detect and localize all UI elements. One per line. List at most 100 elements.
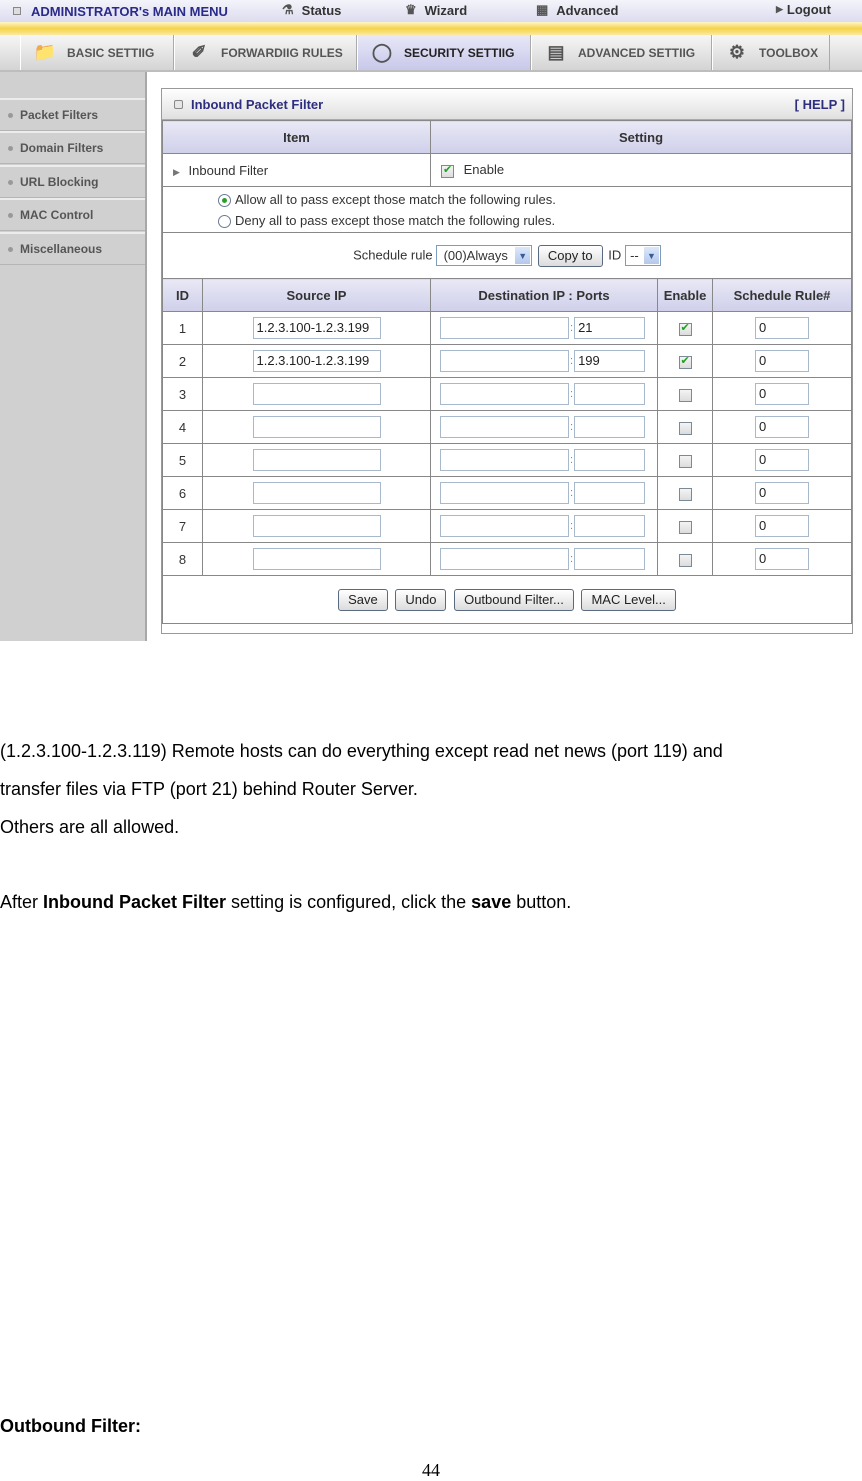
undo-button[interactable]: Undo — [395, 588, 447, 611]
main-menu-title: ADMINISTRATOR's MAIN MENU — [31, 3, 228, 19]
rule-enable-checkbox[interactable] — [678, 354, 692, 369]
source-ip-input[interactable] — [252, 482, 381, 504]
bullet-icon — [8, 246, 13, 252]
destination-ip-input[interactable] — [440, 317, 569, 339]
rule-enable-checkbox[interactable] — [678, 388, 692, 402]
schedule-rule-input[interactable]: 0 — [755, 350, 809, 372]
source-ip-input[interactable]: 1.2.3.100-1.2.3.199 — [252, 350, 381, 372]
source-ip-cell — [202, 476, 431, 510]
rule-enable-checkbox[interactable] — [678, 421, 692, 435]
table-row: 7: 0 — [162, 509, 852, 543]
sidebar-item-packet-filters[interactable]: Packet Filters — [0, 98, 145, 131]
destination-cell: : — [430, 542, 658, 576]
port-input[interactable] — [574, 416, 646, 438]
after-suffix: button. — [511, 892, 572, 912]
destination-ip-input[interactable] — [440, 449, 569, 471]
rule-id: 1 — [162, 311, 203, 345]
advanced-link[interactable]: ▦ Advanced — [536, 2, 618, 18]
rule-id: 2 — [162, 344, 203, 378]
tab-forwarding-rules[interactable]: ✐ FORWARDIIG RULES — [174, 35, 357, 70]
rule-enable-checkbox[interactable] — [678, 520, 692, 534]
allow-all-radio[interactable] — [218, 193, 231, 207]
port-input[interactable]: 21 — [574, 317, 646, 339]
destination-ip-input[interactable] — [440, 350, 569, 372]
deny-all-radio[interactable] — [218, 214, 231, 228]
destination-cell: :21 — [430, 311, 658, 345]
rule-mode-cell: Allow all to pass except those match the… — [162, 186, 852, 233]
port-input[interactable] — [574, 383, 646, 405]
advanced-setting-icon: ▤ — [547, 42, 565, 62]
copy-to-button[interactable]: Copy to — [537, 244, 603, 267]
column-header-destination: Destination IP : Ports — [430, 278, 658, 312]
destination-ip-input[interactable] — [440, 482, 569, 504]
tab-basic-setting[interactable]: 📁 BASIC SETTIIG — [20, 35, 174, 70]
schedule-rule-input[interactable]: 0 — [755, 317, 809, 339]
destination-cell: : — [430, 410, 658, 444]
destination-cell: : — [430, 476, 658, 510]
help-link[interactable]: [ HELP ] — [795, 97, 845, 112]
source-ip-cell: 1.2.3.100-1.2.3.199 — [202, 311, 431, 345]
mac-level-button[interactable]: MAC Level... — [581, 588, 676, 611]
port-input[interactable] — [574, 449, 646, 471]
source-ip-input[interactable]: 1.2.3.100-1.2.3.199 — [252, 317, 381, 339]
enable-cell: Enable — [430, 153, 852, 187]
rule-enable-checkbox[interactable] — [678, 553, 692, 567]
bullet-icon — [8, 112, 13, 118]
wizard-link[interactable]: ♛ Wizard — [405, 2, 467, 18]
destination-ip-input[interactable] — [440, 548, 569, 570]
bullet-icon — [8, 212, 13, 218]
schedule-rule-input[interactable]: 0 — [755, 548, 809, 570]
logout-link[interactable]: ▶ Logout — [776, 2, 831, 17]
schedule-rule-input[interactable]: 0 — [755, 416, 809, 438]
schedule-rule-input[interactable]: 0 — [755, 449, 809, 471]
inbound-filter-enable-checkbox[interactable] — [441, 163, 454, 178]
tab-advanced-setting[interactable]: ▤ ADVANCED SETTIIG — [531, 35, 712, 70]
schedule-rule-input[interactable]: 0 — [755, 482, 809, 504]
sidebar-item-domain-filters[interactable]: Domain Filters — [0, 131, 145, 164]
schedule-cell: 0 — [712, 344, 852, 378]
table-row: 3: 0 — [162, 377, 852, 411]
status-link[interactable]: ⚗ Status — [282, 2, 341, 18]
destination-ip-input[interactable] — [440, 515, 569, 537]
source-ip-input[interactable] — [252, 548, 381, 570]
source-ip-input[interactable] — [252, 515, 381, 537]
rule-enable-checkbox[interactable] — [678, 487, 692, 501]
destination-ip-input[interactable] — [440, 383, 569, 405]
after-mid: setting is configured, click the — [226, 892, 472, 912]
sidebar-item-mac-control[interactable]: MAC Control — [0, 198, 145, 231]
id-select[interactable]: -- ▼ — [624, 245, 661, 266]
sidebar-item-miscellaneous[interactable]: Miscellaneous — [0, 232, 145, 265]
port-input[interactable] — [574, 548, 646, 570]
outbound-filter-button[interactable]: Outbound Filter... — [454, 588, 574, 611]
rule-enable-checkbox[interactable] — [678, 321, 692, 336]
allow-all-option[interactable]: Allow all to pass except those match the… — [218, 189, 851, 210]
schedule-cell: 0 — [712, 311, 852, 345]
source-ip-input[interactable] — [252, 449, 381, 471]
forwarding-icon: ✐ — [191, 42, 207, 62]
tab-label: ADVANCED SETTIIG — [578, 45, 696, 60]
save-button[interactable]: Save — [338, 588, 388, 611]
enable-cell — [657, 443, 713, 477]
deny-all-option[interactable]: Deny all to pass except those match the … — [218, 210, 851, 231]
destination-cell: : — [430, 377, 658, 411]
port-input[interactable] — [574, 515, 646, 537]
schedule-rule-select[interactable]: (00)Always ▼ — [436, 245, 533, 266]
table-row: 1 1.2.3.100-1.2.3.199 :21 0 — [162, 311, 852, 345]
port-input[interactable] — [574, 482, 646, 504]
schedule-rule-input[interactable]: 0 — [755, 383, 809, 405]
schedule-rule-input[interactable]: 0 — [755, 515, 809, 537]
tab-toolbox[interactable]: ⚙ TOOLBOX — [712, 35, 830, 70]
schedule-cell: 0 — [712, 410, 852, 444]
port-separator: : — [570, 388, 574, 401]
source-ip-input[interactable] — [252, 416, 381, 438]
port-input[interactable]: 199 — [574, 350, 646, 372]
advanced-icon: ▦ — [536, 2, 549, 17]
tab-security-setting[interactable]: ◯ SECURITY SETTIIG — [357, 35, 531, 70]
destination-cell: :199 — [430, 344, 658, 378]
source-ip-input[interactable] — [252, 383, 381, 405]
inbound-filter-label: Inbound Filter — [188, 162, 269, 178]
sidebar-item-url-blocking[interactable]: URL Blocking — [0, 165, 145, 198]
panel-header: Inbound Packet Filter [ HELP ] — [162, 89, 852, 120]
rule-enable-checkbox[interactable] — [678, 454, 692, 468]
destination-ip-input[interactable] — [440, 416, 569, 438]
